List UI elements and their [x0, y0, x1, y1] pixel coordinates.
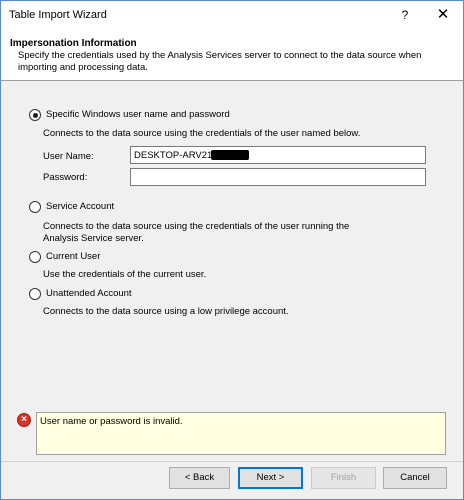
wizard-header: Impersonation Information Specify the cr… — [1, 31, 463, 81]
service-account-radio[interactable] — [29, 201, 41, 213]
username-input[interactable] — [130, 146, 426, 164]
error-icon: × — [17, 413, 31, 427]
password-label: Password: — [43, 172, 88, 183]
wizard-window: Table Import Wizard ? ✕ Impersonation In… — [0, 0, 464, 500]
service-account-description: Connects to the data source using the cr… — [43, 221, 350, 244]
redaction-mark — [211, 150, 249, 160]
current-user-label[interactable]: Current User — [46, 251, 100, 262]
cancel-button[interactable]: Cancel — [383, 467, 447, 489]
specific-user-radio[interactable] — [29, 109, 41, 121]
unattended-account-description: Connects to the data source using a low … — [43, 306, 289, 317]
current-user-radio[interactable] — [29, 251, 41, 263]
unattended-account-radio[interactable] — [29, 288, 41, 300]
page-description: Specify the credentials used by the Anal… — [18, 50, 422, 73]
title-bar: Table Import Wizard ? ✕ — [1, 1, 463, 31]
specific-user-label[interactable]: Specific Windows user name and password — [46, 109, 230, 120]
help-button[interactable]: ? — [389, 4, 421, 26]
specific-user-description: Connects to the data source using the cr… — [43, 128, 361, 139]
current-user-description: Use the credentials of the current user. — [43, 269, 207, 280]
service-account-label[interactable]: Service Account — [46, 201, 114, 212]
back-button[interactable]: < Back — [169, 467, 230, 489]
page-title: Impersonation Information — [10, 38, 137, 49]
close-button[interactable]: ✕ — [427, 4, 459, 26]
unattended-account-label[interactable]: Unattended Account — [46, 288, 132, 299]
wizard-footer: < Back Next > Finish Cancel — [1, 461, 463, 499]
finish-button[interactable]: Finish — [311, 467, 376, 489]
username-label: User Name: — [43, 151, 94, 162]
window-title: Table Import Wizard — [9, 9, 107, 21]
next-button[interactable]: Next > — [238, 467, 303, 489]
password-input[interactable] — [130, 168, 426, 186]
error-message: User name or password is invalid. — [36, 412, 446, 455]
